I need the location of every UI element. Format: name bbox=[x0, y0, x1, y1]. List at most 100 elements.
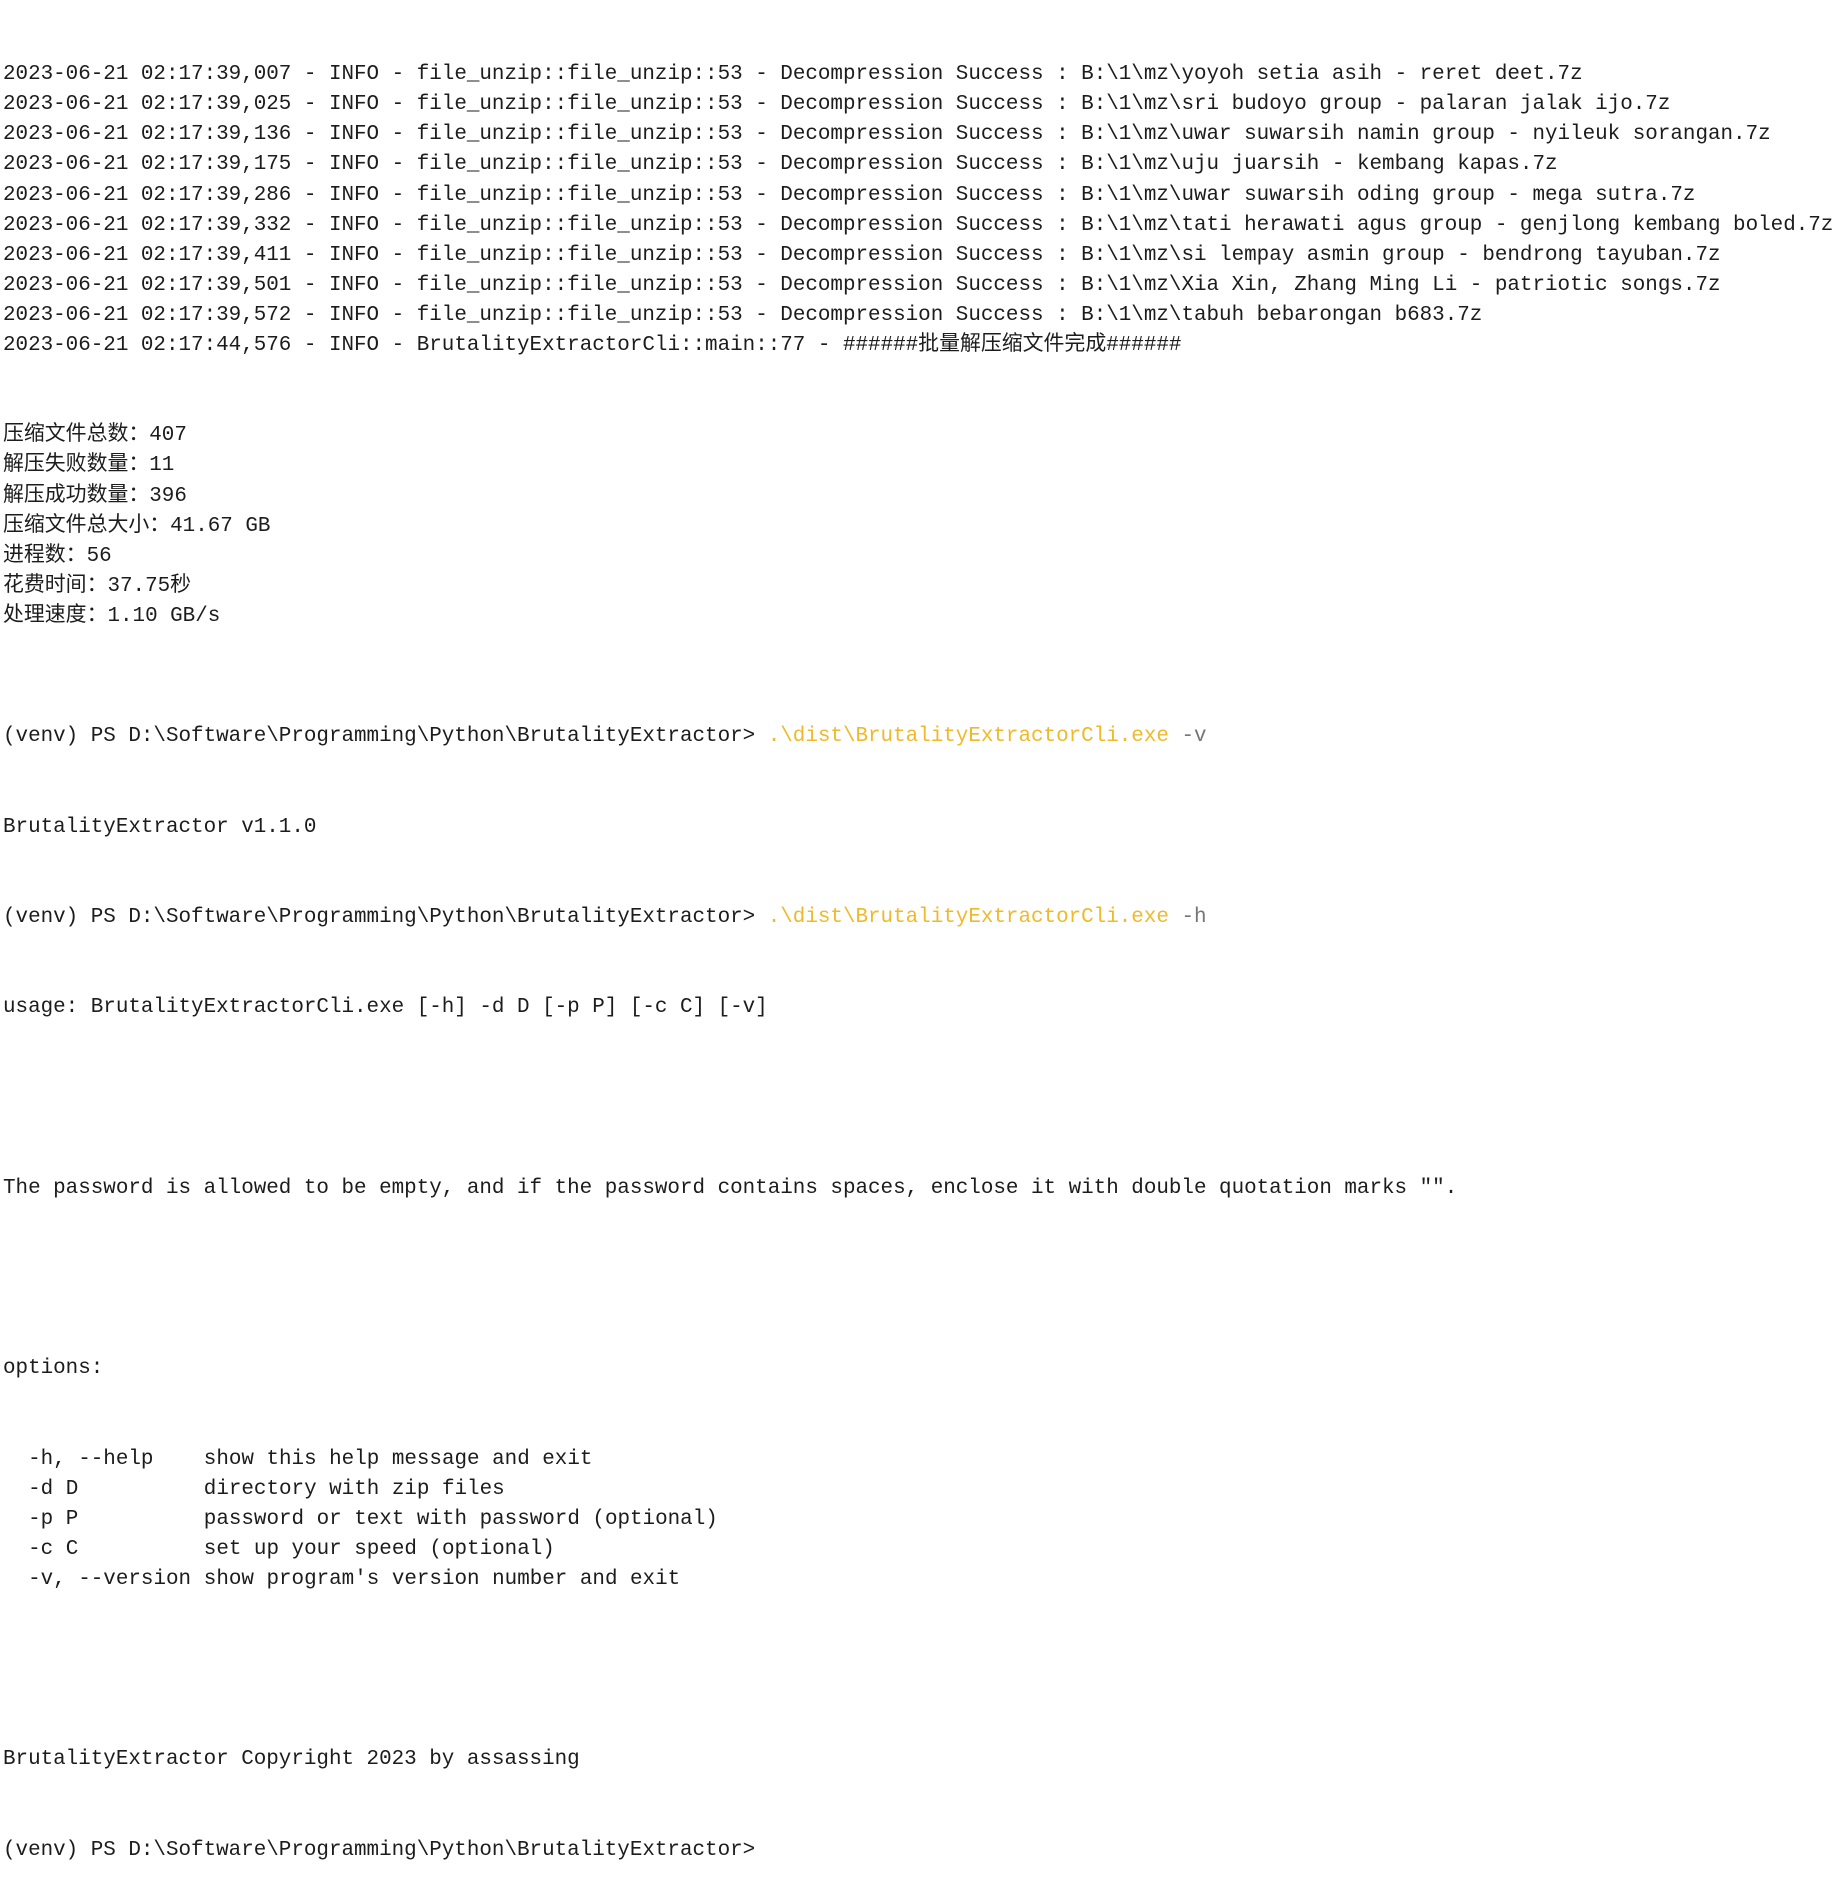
separator: - bbox=[742, 183, 781, 207]
option-help: set up your speed (optional) bbox=[203, 1537, 555, 1561]
log-message: ######批量解压缩文件完成###### bbox=[842, 334, 1182, 358]
separator: - bbox=[379, 334, 417, 358]
log-message: Decompression Success : B:\1\mz\uju juar… bbox=[780, 153, 1558, 177]
log-level: INFO bbox=[328, 183, 380, 207]
separator: - bbox=[291, 63, 329, 87]
separator: - bbox=[379, 213, 417, 237]
summary-line: 花费时间：37.75秒 bbox=[3, 572, 1835, 602]
final-prompt-line[interactable]: (venv) PS D:\Software\Programming\Python… bbox=[3, 1836, 1835, 1866]
log-line: 2023-06-21 02:17:39,025 - INFO - file_un… bbox=[3, 90, 1835, 120]
summary-value: 396 bbox=[149, 484, 187, 508]
option-flag: -d D bbox=[28, 1477, 79, 1501]
log-source: file_unzip::file_unzip::53 bbox=[416, 243, 743, 267]
log-level: INFO bbox=[328, 123, 380, 147]
log-level: INFO bbox=[328, 243, 380, 267]
summary-line: 压缩文件总数：407 bbox=[3, 421, 1835, 451]
log-level: INFO bbox=[328, 213, 380, 237]
log-line: 2023-06-21 02:17:39,332 - INFO - file_un… bbox=[3, 211, 1835, 241]
summary-label: 压缩文件总数： bbox=[3, 424, 150, 448]
summary-value: 41.67 GB bbox=[170, 514, 271, 538]
separator: - bbox=[291, 303, 329, 327]
summary-value: 37.75秒 bbox=[107, 574, 192, 598]
option-flag: -h, --help bbox=[28, 1447, 154, 1471]
prompt-line-help: (venv) PS D:\Software\Programming\Python… bbox=[3, 903, 1835, 933]
summary-label: 解压失败数量： bbox=[3, 454, 150, 478]
summary-label: 压缩文件总大小： bbox=[3, 514, 171, 538]
log-timestamp: 2023-06-21 02:17:39,175 bbox=[3, 153, 292, 177]
separator: - bbox=[291, 183, 329, 207]
options-list: -h, --help show this help message and exi… bbox=[3, 1445, 1835, 1595]
command-path: .\dist\BrutalityExtractorCli.exe bbox=[767, 725, 1169, 749]
log-source: file_unzip::file_unzip::53 bbox=[416, 213, 743, 237]
log-level: INFO bbox=[328, 273, 380, 297]
option-row: -c C set up your speed (optional) bbox=[3, 1535, 1835, 1565]
summary-value: 1.10 GB/s bbox=[107, 604, 221, 628]
log-message: Decompression Success : B:\1\mz\yoyoh se… bbox=[780, 63, 1583, 87]
log-message: Decompression Success : B:\1\mz\tabuh be… bbox=[780, 303, 1483, 327]
prompt: (venv) PS D:\Software\Programming\Python… bbox=[3, 1838, 756, 1862]
summary-label: 进程数： bbox=[3, 544, 87, 568]
summary-line: 解压成功数量：396 bbox=[3, 482, 1835, 512]
log-message: Decompression Success : B:\1\mz\si lempa… bbox=[780, 243, 1721, 267]
log-line: 2023-06-21 02:17:39,136 - INFO - file_un… bbox=[3, 120, 1835, 150]
log-line: 2023-06-21 02:17:39,411 - INFO - file_un… bbox=[3, 241, 1835, 271]
separator: - bbox=[379, 153, 417, 177]
option-help: show program's version number and exit bbox=[203, 1567, 681, 1591]
separator: - bbox=[742, 243, 781, 267]
summary-line: 压缩文件总大小：41.67 GB bbox=[3, 512, 1835, 542]
log-source: BrutalityExtractorCli::main::77 bbox=[416, 334, 806, 358]
separator: - bbox=[742, 303, 781, 327]
log-timestamp: 2023-06-21 02:17:39,025 bbox=[3, 93, 292, 117]
log-source: file_unzip::file_unzip::53 bbox=[416, 123, 743, 147]
separator: - bbox=[291, 213, 329, 237]
separator: - bbox=[291, 93, 329, 117]
summary-value: 56 bbox=[86, 544, 112, 568]
log-level: INFO bbox=[328, 153, 380, 177]
summary-label: 花费时间： bbox=[3, 574, 108, 598]
description-line: The password is allowed to be empty, and… bbox=[3, 1176, 1458, 1200]
separator: - bbox=[379, 93, 417, 117]
log-line: 2023-06-21 02:17:39,007 - INFO - file_un… bbox=[3, 60, 1835, 90]
separator: - bbox=[291, 334, 329, 358]
copyright-line: BrutalityExtractor Copyright 2023 by ass… bbox=[3, 1748, 580, 1772]
separator: - bbox=[742, 93, 781, 117]
separator: - bbox=[742, 123, 781, 147]
separator: - bbox=[379, 303, 417, 327]
summary-value: 11 bbox=[149, 454, 175, 478]
version-output: BrutalityExtractor v1.1.0 bbox=[3, 815, 317, 839]
command-path: .\dist\BrutalityExtractorCli.exe bbox=[767, 905, 1169, 929]
summary-label: 解压成功数量： bbox=[3, 484, 150, 508]
options-header: options: bbox=[3, 1357, 104, 1381]
log-line: 2023-06-21 02:17:39,175 - INFO - file_un… bbox=[3, 150, 1835, 180]
log-level: INFO bbox=[328, 63, 380, 87]
separator: - bbox=[291, 153, 329, 177]
log-level: INFO bbox=[328, 93, 380, 117]
option-row: -v, --version show program's version numb… bbox=[3, 1565, 1835, 1595]
command-flag: -h bbox=[1181, 905, 1207, 929]
separator: - bbox=[379, 63, 417, 87]
log-timestamp: 2023-06-21 02:17:39,501 bbox=[3, 273, 292, 297]
summary-line: 进程数：56 bbox=[3, 542, 1835, 572]
command-flag: -v bbox=[1181, 725, 1207, 749]
summary-line: 处理速度：1.10 GB/s bbox=[3, 602, 1835, 632]
separator: - bbox=[742, 213, 781, 237]
log-source: file_unzip::file_unzip::53 bbox=[416, 303, 743, 327]
summary-lines: 压缩文件总数：407 解压失败数量：11 解压成功数量：396 压缩文件总大小：41.… bbox=[3, 421, 1835, 632]
log-timestamp: 2023-06-21 02:17:39,286 bbox=[3, 183, 292, 207]
log-line: 2023-06-21 02:17:44,576 - INFO - Brutali… bbox=[3, 331, 1835, 361]
option-help: directory with zip files bbox=[203, 1477, 505, 1501]
log-source: file_unzip::file_unzip::53 bbox=[416, 273, 743, 297]
log-level: INFO bbox=[328, 303, 380, 327]
log-timestamp: 2023-06-21 02:17:39,411 bbox=[3, 243, 292, 267]
log-timestamp: 2023-06-21 02:17:39,332 bbox=[3, 213, 292, 237]
log-timestamp: 2023-06-21 02:17:44,576 bbox=[3, 334, 292, 358]
option-help: show this help message and exit bbox=[203, 1447, 593, 1471]
log-source: file_unzip::file_unzip::53 bbox=[416, 93, 743, 117]
summary-value: 407 bbox=[149, 424, 187, 448]
terminal-window[interactable]: 2023-06-21 02:17:39,007 - INFO - file_un… bbox=[0, 0, 1835, 1862]
log-timestamp: 2023-06-21 02:17:39,572 bbox=[3, 303, 292, 327]
usage-line: usage: BrutalityExtractorCli.exe [-h] -d… bbox=[3, 996, 768, 1020]
